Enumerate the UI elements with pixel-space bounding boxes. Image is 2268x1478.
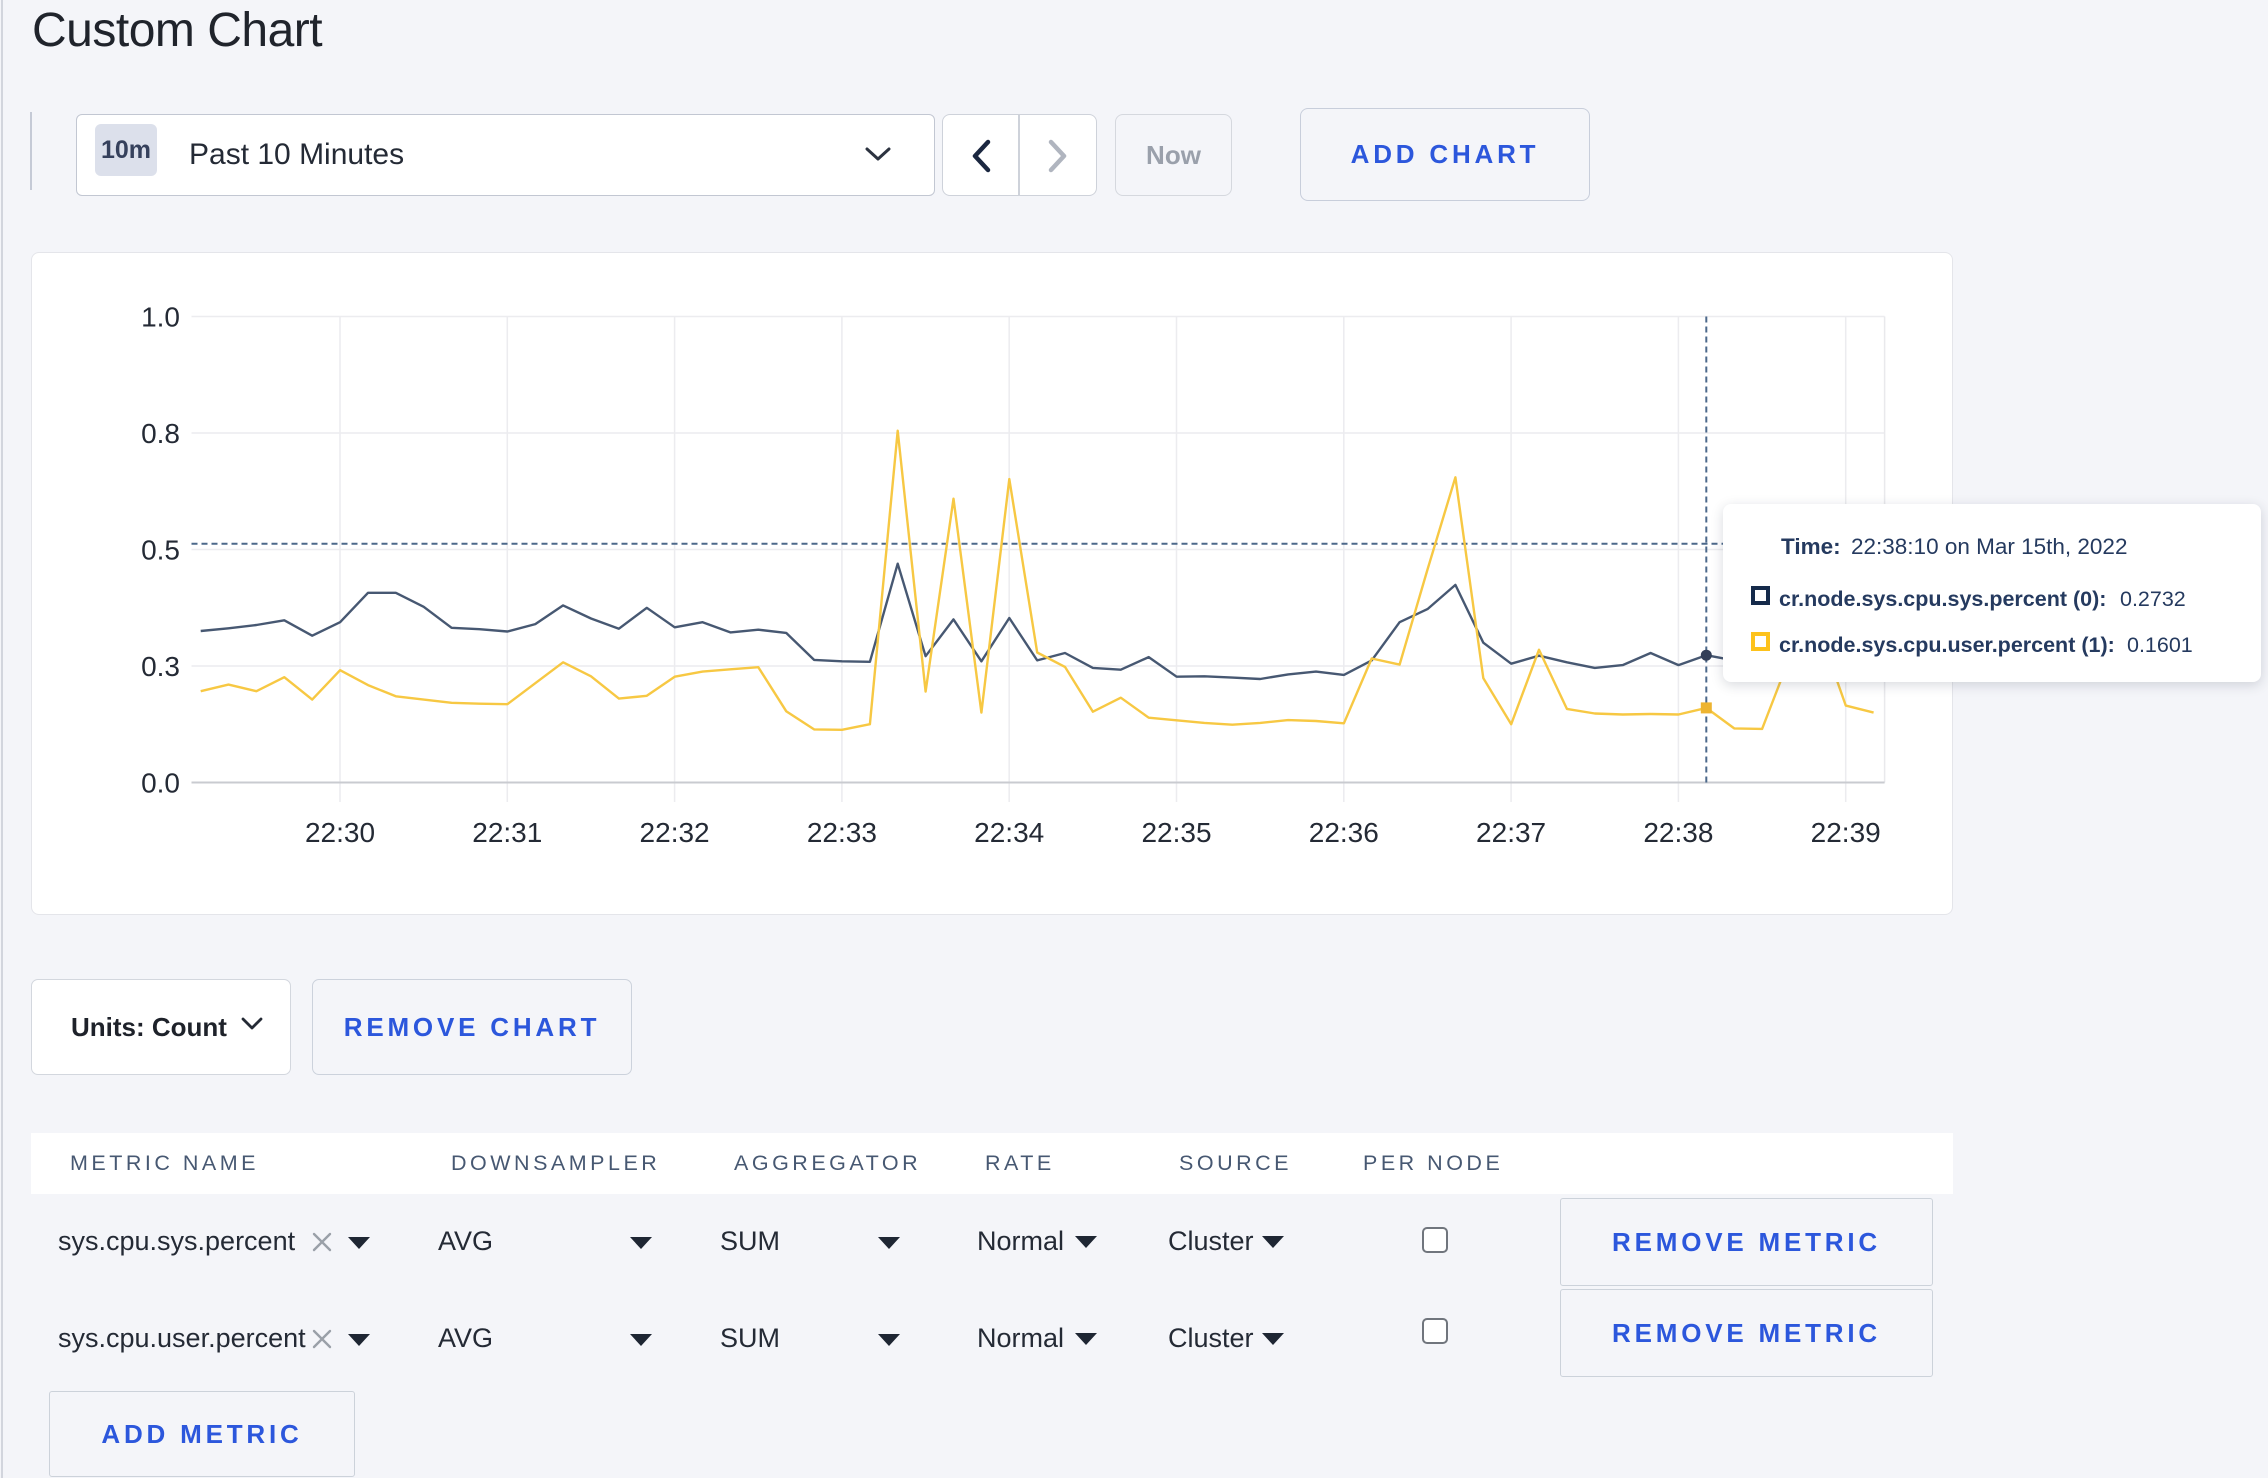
svg-text:22:39: 22:39 (1811, 817, 1881, 848)
svg-text:22:30: 22:30 (305, 817, 375, 848)
svg-text:22:32: 22:32 (640, 817, 710, 848)
svg-text:0.8: 0.8 (141, 418, 180, 449)
svg-text:22:33: 22:33 (807, 817, 877, 848)
svg-text:0.3: 0.3 (141, 651, 180, 682)
svg-text:0.0: 0.0 (141, 768, 180, 799)
svg-text:22:31: 22:31 (472, 817, 542, 848)
svg-text:22:37: 22:37 (1476, 817, 1546, 848)
svg-text:22:38: 22:38 (1643, 817, 1713, 848)
svg-text:0.5: 0.5 (141, 535, 180, 566)
svg-text:22:35: 22:35 (1141, 817, 1211, 848)
svg-text:22:36: 22:36 (1309, 817, 1379, 848)
svg-text:1.0: 1.0 (141, 302, 180, 333)
svg-text:22:34: 22:34 (974, 817, 1044, 848)
